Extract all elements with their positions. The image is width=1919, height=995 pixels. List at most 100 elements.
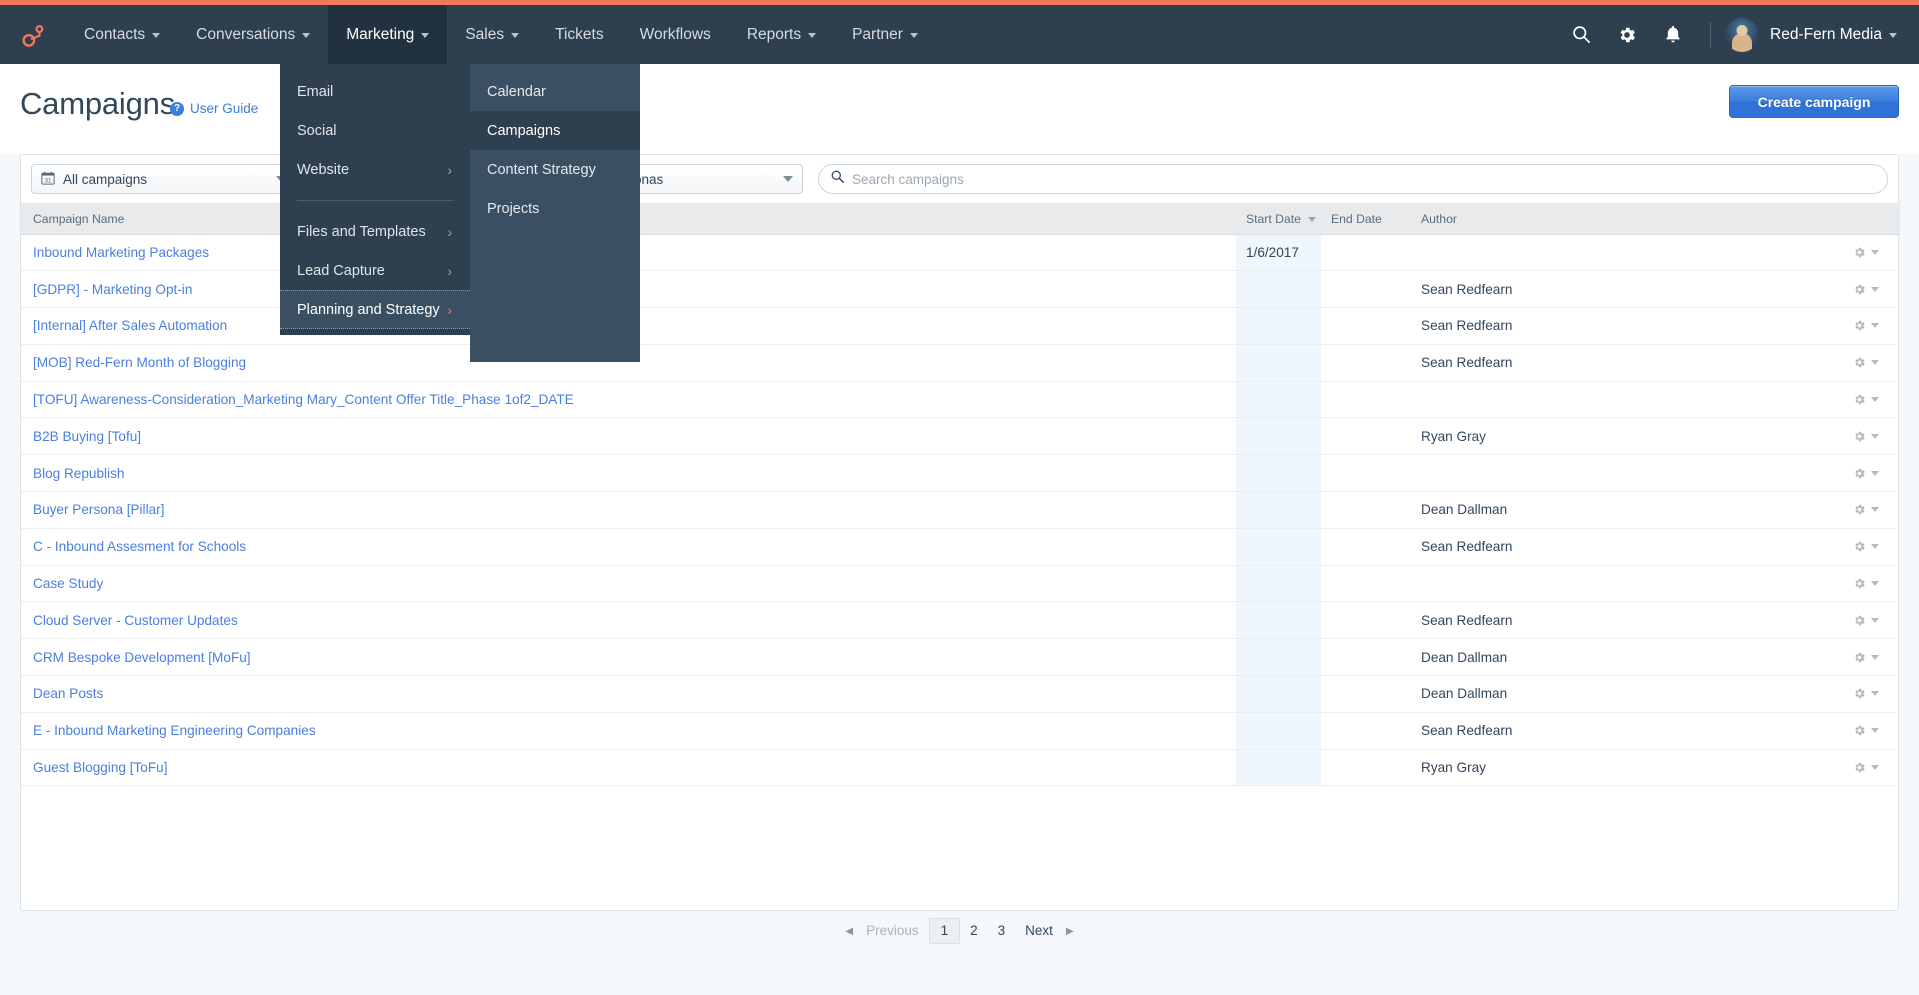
campaign-name-link[interactable]: Guest Blogging [ToFu] bbox=[33, 760, 168, 775]
table-row[interactable]: Guest Blogging [ToFu] Ryan Gray bbox=[21, 749, 1900, 787]
table-row[interactable]: Cloud Server - Customer Updates Sean Redf… bbox=[21, 601, 1900, 640]
chevron-down-icon[interactable] bbox=[1870, 433, 1879, 439]
menu-item-website[interactable]: Website › bbox=[280, 150, 470, 189]
table-row[interactable]: Blog Republish bbox=[21, 454, 1900, 493]
gear-icon[interactable] bbox=[1853, 246, 1866, 259]
table-row[interactable]: E - Inbound Marketing Engineering Compan… bbox=[21, 712, 1900, 750]
gear-icon[interactable] bbox=[1604, 5, 1650, 64]
cell-actions[interactable] bbox=[1831, 491, 1900, 529]
campaign-name-link[interactable]: Case Study bbox=[33, 576, 103, 591]
hubspot-logo-icon[interactable] bbox=[0, 5, 66, 64]
campaign-filter-select[interactable]: 31 All campaigns bbox=[31, 164, 296, 194]
gear-icon[interactable] bbox=[1853, 687, 1866, 700]
chevron-down-icon[interactable] bbox=[1870, 617, 1879, 623]
campaign-name-link[interactable]: E - Inbound Marketing Engineering Compan… bbox=[33, 723, 316, 738]
table-row[interactable]: CRM Bespoke Development [MoFu] Dean Dallm… bbox=[21, 638, 1900, 677]
campaign-name-link[interactable]: Blog Republish bbox=[33, 466, 124, 481]
cell-actions[interactable] bbox=[1831, 675, 1900, 713]
column-header-end-date[interactable]: End Date bbox=[1321, 204, 1411, 235]
gear-icon[interactable] bbox=[1853, 540, 1866, 553]
cell-actions[interactable] bbox=[1831, 417, 1900, 456]
chevron-down-icon[interactable] bbox=[1870, 581, 1879, 587]
cell-actions[interactable] bbox=[1831, 307, 1900, 345]
gear-icon[interactable] bbox=[1853, 724, 1866, 737]
menu-item-planning-and-strategy[interactable]: Planning and Strategy › bbox=[280, 290, 470, 329]
campaign-name-link[interactable]: C - Inbound Assesment for Schools bbox=[33, 539, 246, 554]
chevron-down-icon[interactable] bbox=[1870, 728, 1879, 734]
menu-item-files-and-templates[interactable]: Files and Templates › bbox=[280, 212, 470, 251]
gear-icon[interactable] bbox=[1853, 430, 1866, 443]
create-campaign-button[interactable]: Create campaign bbox=[1729, 85, 1899, 118]
gear-icon[interactable] bbox=[1853, 356, 1866, 369]
table-row[interactable]: Buyer Persona [Pillar] Dean Dallman bbox=[21, 491, 1900, 529]
menu-item-social[interactable]: Social bbox=[280, 111, 470, 150]
campaign-name-link[interactable]: B2B Buying [Tofu] bbox=[33, 429, 141, 444]
column-header-author[interactable]: Author bbox=[1411, 204, 1831, 235]
chevron-down-icon[interactable] bbox=[1870, 507, 1879, 513]
gear-icon[interactable] bbox=[1853, 614, 1866, 627]
cell-actions[interactable] bbox=[1831, 270, 1900, 309]
gear-icon[interactable] bbox=[1853, 283, 1866, 296]
column-header-start-date[interactable]: Start Date bbox=[1236, 204, 1321, 235]
campaign-name-link[interactable]: CRM Bespoke Development [MoFu] bbox=[33, 650, 251, 665]
campaign-name-link[interactable]: [GDPR] - Marketing Opt-in bbox=[33, 282, 192, 297]
campaign-name-link[interactable]: Dean Posts bbox=[33, 686, 103, 701]
cell-actions[interactable] bbox=[1831, 344, 1900, 382]
bell-icon[interactable] bbox=[1650, 5, 1696, 64]
user-guide-link[interactable]: ? User Guide bbox=[170, 101, 258, 116]
chevron-down-icon[interactable] bbox=[1870, 691, 1879, 697]
gear-icon[interactable] bbox=[1853, 651, 1866, 664]
chevron-down-icon[interactable] bbox=[1870, 286, 1879, 292]
cell-actions[interactable] bbox=[1831, 712, 1900, 750]
cell-actions[interactable] bbox=[1831, 381, 1900, 419]
cell-actions[interactable] bbox=[1831, 749, 1900, 787]
cell-actions[interactable] bbox=[1831, 454, 1900, 493]
nav-item-partner[interactable]: Partner bbox=[834, 5, 936, 64]
chevron-down-icon[interactable] bbox=[1870, 360, 1879, 366]
cell-actions[interactable] bbox=[1831, 638, 1900, 677]
campaign-name-link[interactable]: Inbound Marketing Packages bbox=[33, 245, 209, 260]
nav-item-reports[interactable]: Reports bbox=[729, 5, 834, 64]
cell-actions[interactable] bbox=[1831, 565, 1900, 603]
cell-actions[interactable] bbox=[1831, 601, 1900, 640]
table-row[interactable]: [TOFU] Awareness-Consideration_Marketing… bbox=[21, 381, 1900, 419]
table-row[interactable]: Case Study bbox=[21, 565, 1900, 603]
chevron-down-icon[interactable] bbox=[1870, 470, 1879, 476]
gear-icon[interactable] bbox=[1853, 577, 1866, 590]
menu-item-lead-capture[interactable]: Lead Capture › bbox=[280, 251, 470, 290]
table-row[interactable]: [MOB] Red-Fern Month of Blogging Sean Red… bbox=[21, 344, 1900, 382]
campaign-name-link[interactable]: [TOFU] Awareness-Consideration_Marketing… bbox=[33, 392, 574, 407]
gear-icon[interactable] bbox=[1853, 393, 1866, 406]
nav-item-tickets[interactable]: Tickets bbox=[537, 5, 622, 64]
table-row[interactable]: Dean Posts Dean Dallman bbox=[21, 675, 1900, 713]
chevron-down-icon[interactable] bbox=[1870, 654, 1879, 660]
cell-actions[interactable] bbox=[1831, 234, 1900, 272]
search-box[interactable] bbox=[818, 164, 1888, 194]
gear-icon[interactable] bbox=[1853, 761, 1866, 774]
submenu-item-content-strategy[interactable]: Content Strategy bbox=[470, 150, 640, 189]
menu-item-email[interactable]: Email bbox=[280, 72, 470, 111]
account-menu[interactable]: Red-Fern Media bbox=[1770, 26, 1897, 44]
chevron-down-icon[interactable] bbox=[1870, 544, 1879, 550]
nav-item-workflows[interactable]: Workflows bbox=[622, 5, 729, 64]
search-icon[interactable] bbox=[1558, 5, 1604, 64]
chevron-down-icon[interactable] bbox=[1870, 397, 1879, 403]
avatar[interactable] bbox=[1725, 17, 1759, 52]
nav-item-contacts[interactable]: Contacts bbox=[66, 5, 178, 64]
nav-item-marketing[interactable]: Marketing bbox=[328, 5, 448, 64]
campaign-name-link[interactable]: [MOB] Red-Fern Month of Blogging bbox=[33, 355, 246, 370]
submenu-item-calendar[interactable]: Calendar bbox=[470, 72, 640, 111]
chevron-down-icon[interactable] bbox=[1870, 249, 1879, 255]
cell-actions[interactable] bbox=[1831, 528, 1900, 566]
pagination-next[interactable]: Next bbox=[1015, 918, 1063, 944]
campaign-name-link[interactable]: Buyer Persona [Pillar] bbox=[33, 502, 164, 517]
gear-icon[interactable] bbox=[1853, 467, 1866, 480]
chevron-down-icon[interactable] bbox=[1870, 323, 1879, 329]
nav-item-sales[interactable]: Sales bbox=[447, 5, 537, 64]
gear-icon[interactable] bbox=[1853, 503, 1866, 516]
pagination-page-3[interactable]: 3 bbox=[988, 918, 1016, 944]
pagination-previous[interactable]: Previous bbox=[856, 918, 929, 944]
search-input[interactable] bbox=[852, 171, 1875, 187]
submenu-item-projects[interactable]: Projects bbox=[470, 189, 640, 228]
table-row[interactable]: B2B Buying [Tofu] Ryan Gray bbox=[21, 417, 1900, 456]
